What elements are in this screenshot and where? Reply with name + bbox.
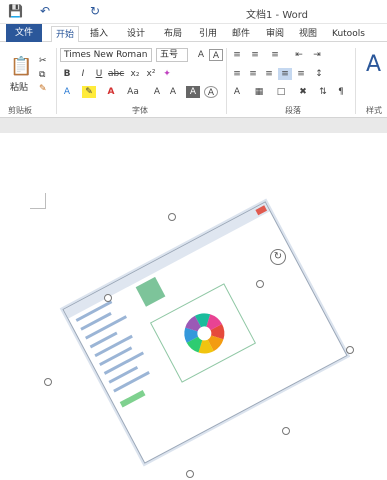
font-color-icon[interactable]: A [104, 86, 118, 98]
tab-home[interactable]: 开始 [51, 26, 79, 42]
paste-icon[interactable]: 📋 [10, 56, 32, 77]
undo-icon[interactable]: ↶ [40, 4, 50, 18]
page-margin-marker [30, 193, 46, 209]
multilevel-list-icon[interactable]: ≡ [268, 49, 282, 61]
window-title: 文档1 - Word [246, 10, 309, 21]
font-size-select[interactable]: 五号 [156, 48, 188, 62]
resize-handle[interactable] [186, 470, 194, 478]
styles-icon[interactable]: A [366, 52, 381, 77]
align-left-icon[interactable]: ≡ [230, 68, 244, 80]
font-name-select[interactable]: Times New Roman [60, 48, 152, 62]
resize-handle[interactable] [256, 280, 264, 288]
highlight-icon[interactable]: ✎ [82, 86, 96, 98]
clipboard-group-label: 剪贴板 [8, 106, 32, 115]
resize-handle[interactable] [104, 294, 112, 302]
tab-insert[interactable]: 插入 [90, 26, 108, 42]
redo-icon[interactable]: ↻ [90, 4, 100, 18]
tab-view[interactable]: 视图 [299, 26, 317, 42]
tab-kutools[interactable]: Kutools [332, 26, 365, 42]
tab-references[interactable]: 引用 [199, 26, 217, 42]
bullets-icon[interactable]: ≡ [230, 49, 244, 61]
decrease-indent-icon[interactable]: ⇤ [292, 49, 306, 61]
underline-icon[interactable]: U [92, 68, 106, 80]
font-group-label: 字体 [132, 106, 148, 115]
strikethrough-icon[interactable]: abc [108, 68, 124, 80]
paragraph-group-label: 段落 [285, 106, 301, 115]
chinese-layout-icon[interactable]: ✖ [296, 86, 310, 98]
align-center-icon[interactable]: ≡ [246, 68, 260, 80]
ribbon-tabs: 文件 开始 插入 设计 布局 引用 邮件 审阅 视图 Kutools [0, 24, 387, 42]
superscript-icon[interactable]: x² [144, 68, 158, 80]
title-bar: 💾 ↶ ↻ 文档1 - Word [0, 0, 387, 24]
enclose-char-icon[interactable]: A [204, 86, 218, 98]
ribbon-separator [56, 48, 57, 114]
numbering-icon[interactable]: ≡ [248, 49, 262, 61]
tab-review[interactable]: 审阅 [266, 26, 284, 42]
resize-handle[interactable] [346, 346, 354, 354]
grow-font-icon[interactable]: A [194, 49, 208, 61]
format-painter-icon[interactable]: ✎ [39, 84, 47, 94]
ribbon-separator [355, 48, 356, 114]
rotate-handle-icon[interactable]: ↻ [270, 249, 286, 265]
justify-icon[interactable]: ≡ [278, 68, 292, 80]
bold-icon[interactable]: B [60, 68, 74, 80]
paste-label[interactable]: 粘贴 [10, 80, 28, 93]
ribbon-separator [226, 48, 227, 114]
save-icon[interactable]: 💾 [8, 4, 23, 18]
italic-icon[interactable]: I [76, 68, 90, 80]
cut-icon[interactable]: ✂ [39, 56, 47, 66]
char-shading-icon[interactable]: A [186, 86, 200, 98]
tab-design[interactable]: 设计 [127, 26, 145, 42]
change-case-icon[interactable]: Aa [126, 86, 140, 98]
clear-format-icon[interactable]: A [209, 49, 223, 61]
tab-file[interactable]: 文件 [6, 24, 42, 42]
picture-text-line [94, 334, 133, 358]
styles-group-label: 样式 [366, 106, 382, 115]
borders-icon[interactable]: □ [274, 86, 288, 98]
tab-mailings[interactable]: 邮件 [232, 26, 250, 42]
decrease-font-icon[interactable]: A [166, 86, 180, 98]
distributed-icon[interactable]: ≡ [294, 68, 308, 80]
increase-indent-icon[interactable]: ⇥ [310, 49, 324, 61]
resize-handle[interactable] [44, 378, 52, 386]
resize-handle[interactable] [282, 427, 290, 435]
text-effect-icon[interactable]: A [60, 86, 74, 98]
sort-icon[interactable]: ⇅ [316, 86, 330, 98]
show-marks-icon[interactable]: ¶ [334, 86, 348, 98]
line-spacing-icon[interactable]: ↕ [312, 68, 326, 80]
picture-green-tile [135, 276, 166, 307]
asian-layout-icon[interactable]: A [230, 86, 244, 98]
tab-layout[interactable]: 布局 [164, 26, 182, 42]
shading-icon[interactable]: ▦ [252, 86, 266, 98]
copy-icon[interactable]: ⧉ [39, 70, 45, 80]
text-effects-icon[interactable]: ✦ [160, 68, 174, 80]
ribbon: 📋 粘贴 ✂ ⧉ ✎ 剪贴板 Times New Roman 五号 A A B … [0, 42, 387, 118]
resize-handle[interactable] [168, 213, 176, 221]
subscript-icon[interactable]: x₂ [128, 68, 142, 80]
increase-font-icon[interactable]: A [150, 86, 164, 98]
align-right-icon[interactable]: ≡ [262, 68, 276, 80]
